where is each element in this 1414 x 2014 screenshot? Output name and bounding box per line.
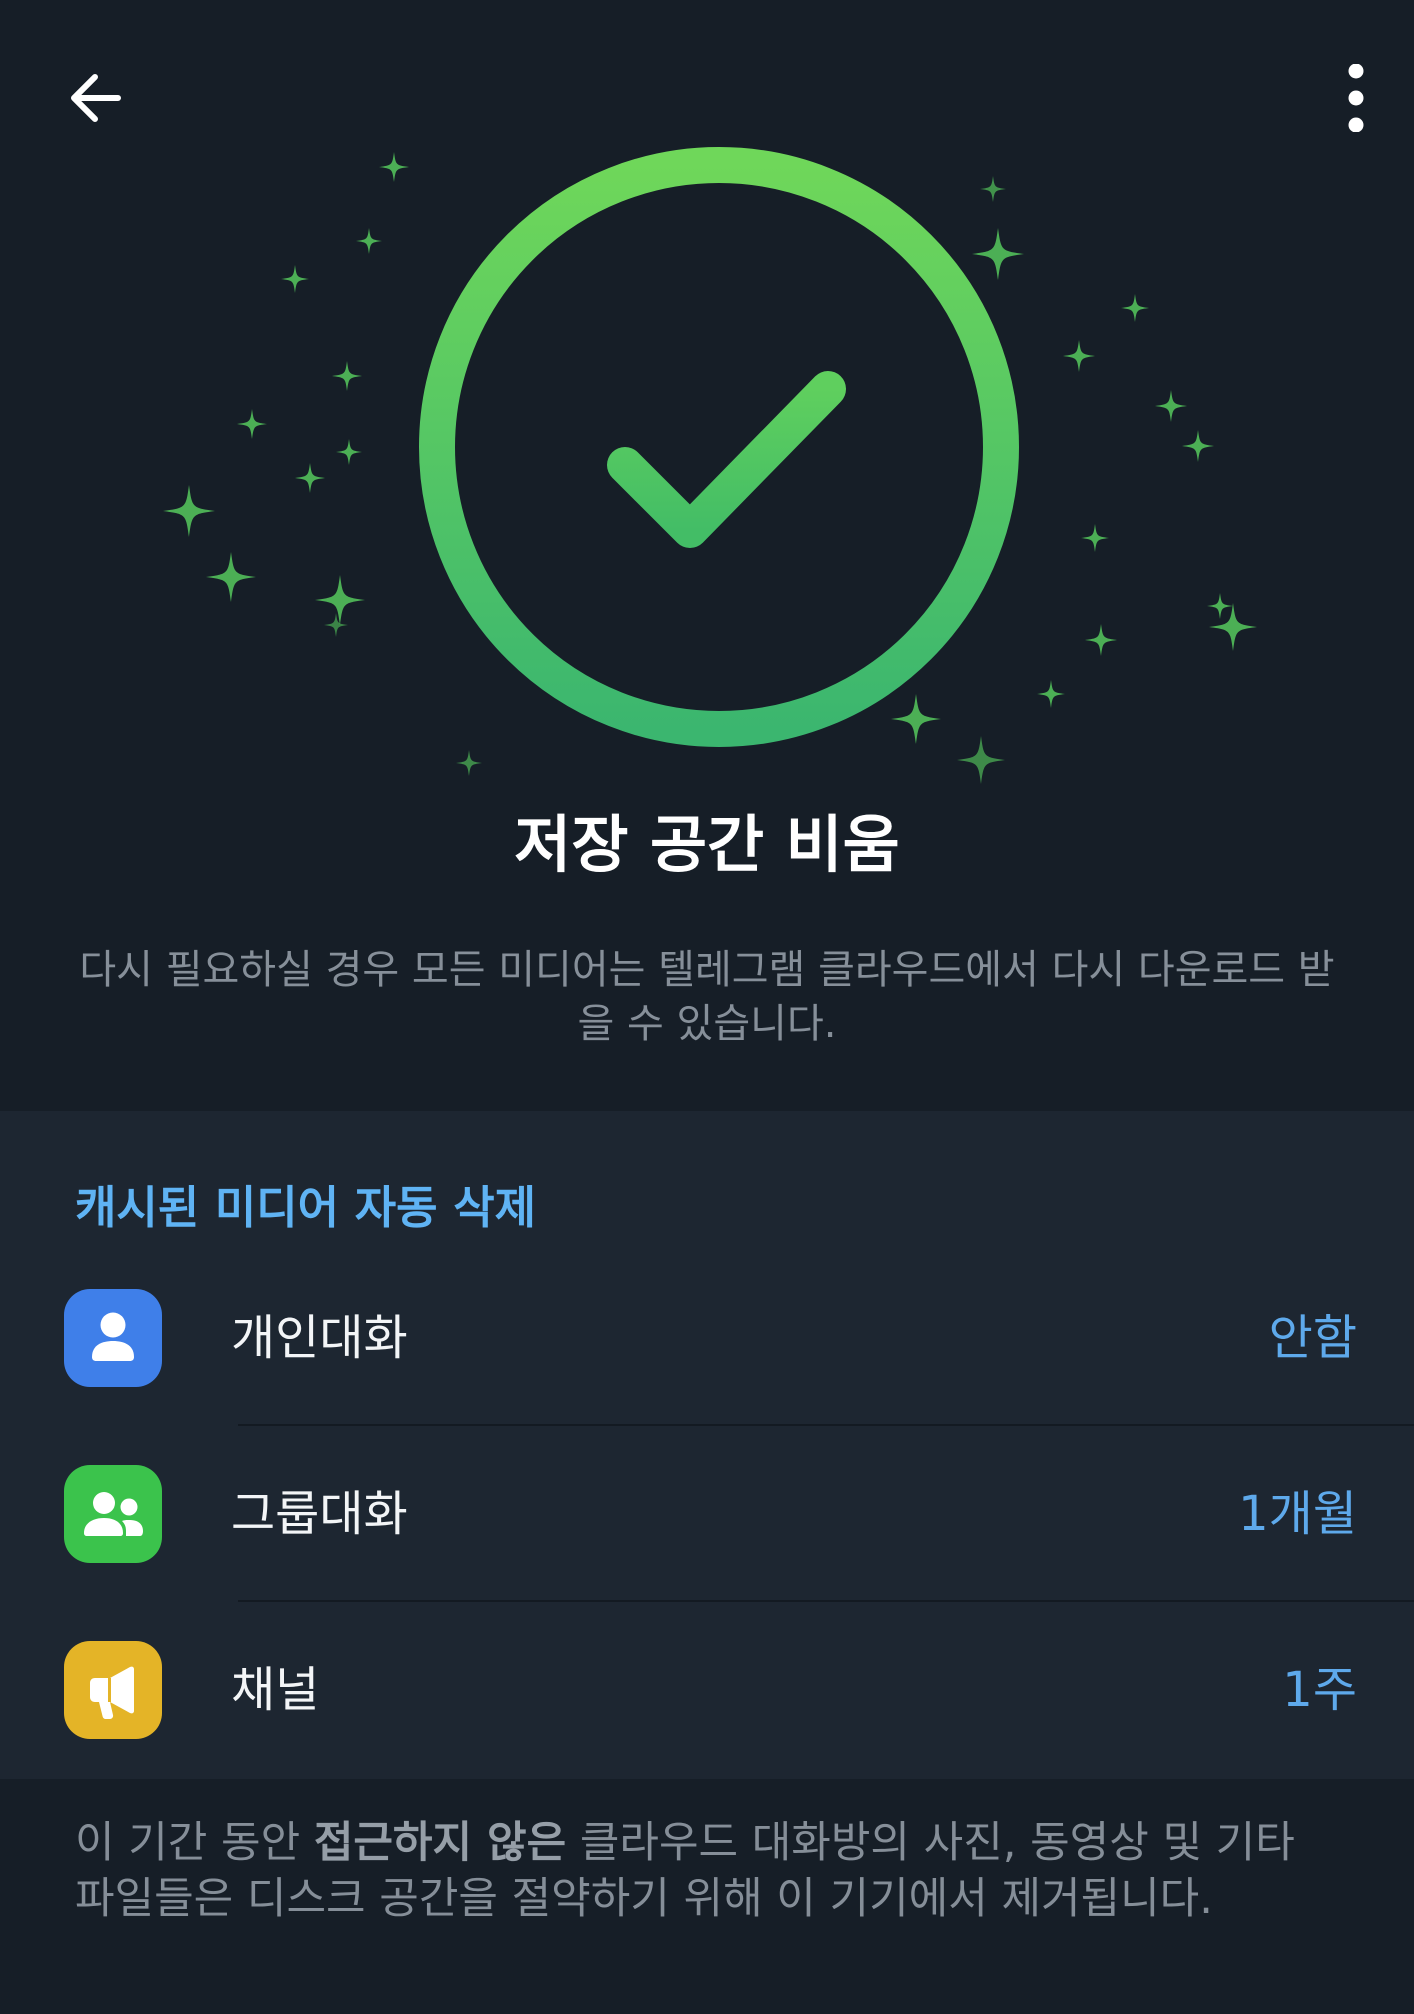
sparkle-icon [281,265,309,293]
sparkle-icon [237,409,267,439]
group-icon [64,1465,162,1563]
sparkle-icon [1121,294,1149,322]
footer-text: 이 기간 동안 접근하지 않은 클라우드 대화방의 사진, 동영상 및 기타 파… [75,1815,1339,1927]
section-heading: 캐시된 미디어 자동 삭제 [75,1181,537,1234]
row-label: 채널 [231,1662,320,1718]
sparkle-icon [1037,680,1065,708]
person-icon [64,1289,162,1387]
row-group-chats[interactable]: 그룹대화 1개월 [0,1426,1414,1602]
sparkle-icon [980,176,1006,202]
sparkle-icon [1155,390,1187,422]
sparkle-icon [295,463,325,493]
sparkle-icon [1081,524,1109,552]
sparkle-icon [1207,593,1233,619]
hero-illustration [163,147,1257,784]
sparkle-icon [957,736,1005,784]
row-value: 안함 [1268,1310,1357,1366]
sparkle-icon [356,228,382,254]
page-title: 저장 공간 비움 [514,808,900,881]
sparkle-icon [1209,603,1257,651]
footer-text-before: 이 기간 동안 [75,1818,314,1868]
sparkle-icon [315,575,365,625]
sparkle-icon [206,552,256,602]
row-private-chats[interactable]: 개인대화 안함 [0,1250,1414,1426]
sparkle-icon [332,361,362,391]
arrow-left-icon [71,74,121,122]
sparkle-icon [891,694,941,744]
back-button[interactable] [62,64,130,132]
more-vertical-icon [1348,64,1364,132]
page-subtitle: 다시 필요하실 경우 모든 미디어는 텔레그램 클라우드에서 다시 다운로드 받… [79,947,1335,1047]
more-menu-button[interactable] [1322,64,1390,132]
auto-delete-section: 캐시된 미디어 자동 삭제 개인대화 안함 그룹대화 1개월 채널 1주 [0,1111,1414,1779]
sparkle-icon [1182,430,1214,462]
row-channels[interactable]: 채널 1주 [0,1602,1414,1778]
row-value: 1주 [1282,1662,1357,1718]
sparkle-icon [163,485,215,537]
sparkle-icon [456,750,482,776]
row-label: 개인대화 [231,1310,408,1366]
footer-text-bold: 접근하지 않은 [313,1818,567,1868]
sparkle-icon [324,613,348,637]
sparkle-icon [972,228,1024,280]
sparkle-icon [1085,624,1117,656]
megaphone-icon [64,1641,162,1739]
check-circle-icon [419,147,1019,747]
row-label: 그룹대화 [231,1486,408,1542]
sparkle-icon [379,152,409,182]
footer-note: 이 기간 동안 접근하지 않은 클라우드 대화방의 사진, 동영상 및 기타 파… [0,1779,1414,2014]
sparkle-icon [1063,340,1095,372]
row-value: 1개월 [1238,1486,1357,1542]
sparkle-icon [336,439,362,465]
